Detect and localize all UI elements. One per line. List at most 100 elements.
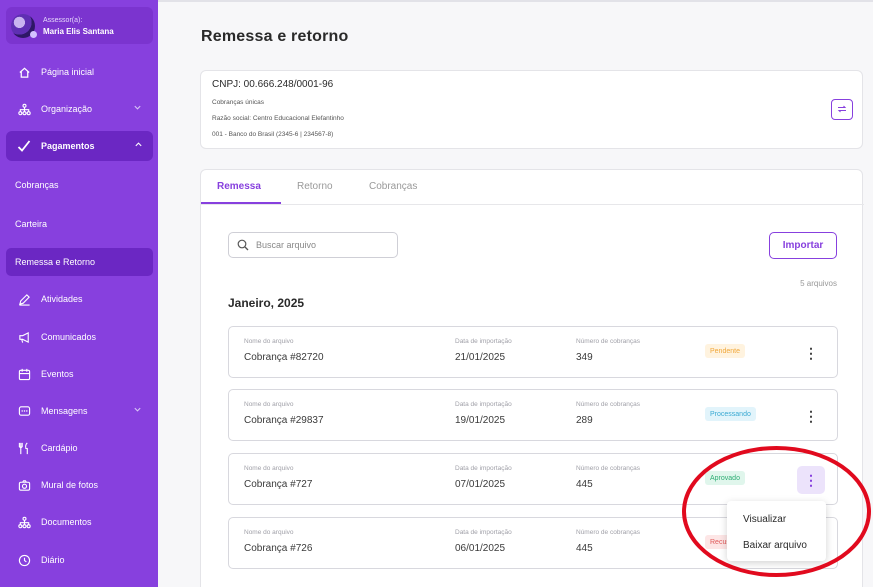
charge-count: 289 (576, 415, 593, 426)
sidebar-item-home[interactable]: Página inicial (0, 57, 158, 87)
import-date: 19/01/2025 (455, 415, 506, 426)
more-options-button[interactable]: ⋮ (797, 466, 825, 494)
kebab-icon: ⋮ (804, 344, 818, 361)
bank-text: 001 - Banco do Brasil (2345-6 | 234567-8… (212, 131, 334, 138)
tab-bar: Remessa Retorno Cobranças (201, 170, 864, 205)
sidebar-subitem-cobrancas[interactable]: Cobranças (0, 171, 158, 199)
column-label: Número de cobranças (576, 338, 640, 345)
sidebar-item-mural[interactable]: Mural de fotos (0, 470, 158, 500)
sidebar-item-mensagens[interactable]: Mensagens (0, 396, 158, 426)
sidebar-item-label: Pagamentos (41, 141, 95, 151)
check-icon (17, 139, 31, 153)
column-label: Nome do arquivo (244, 401, 294, 408)
file-name: Cobrança #82720 (244, 352, 324, 363)
sidebar-item-label: Mensagens (41, 406, 88, 416)
company-name-text: Razão social: Centro Educacional Elefant… (212, 115, 344, 122)
sidebar-item-cardapio[interactable]: Cardápio (0, 433, 158, 463)
sidebar-item-organizacao[interactable]: Organização (0, 94, 158, 124)
tab-retorno[interactable]: Retorno (297, 181, 333, 192)
status-badge: Pendente (705, 344, 745, 358)
import-date: 06/01/2025 (455, 543, 506, 554)
search-placeholder: Buscar arquivo (256, 240, 317, 250)
camera-icon (17, 478, 31, 492)
user-name: Maria Elis Santana (43, 26, 114, 36)
sidebar-item-documentos[interactable]: Documentos (0, 507, 158, 537)
column-label: Número de cobranças (576, 401, 640, 408)
status-badge: Processando (705, 407, 756, 421)
charge-count: 445 (576, 479, 593, 490)
message-icon (17, 404, 31, 418)
search-input[interactable]: Buscar arquivo (228, 232, 398, 258)
page-title: Remessa e retorno (201, 28, 349, 45)
column-label: Data de importação (455, 401, 512, 408)
sidebar-item-label: Organização (41, 104, 93, 114)
avatar (11, 13, 37, 38)
search-icon (237, 239, 249, 251)
column-label: Número de cobranças (576, 465, 640, 472)
import-button[interactable]: Importar (769, 232, 837, 259)
file-name: Cobrança #29837 (244, 415, 324, 426)
user-card[interactable]: Assessor(a): Maria Elis Santana (6, 7, 153, 44)
hierarchy-icon (17, 102, 31, 116)
charge-count: 445 (576, 543, 593, 554)
home-icon (17, 65, 31, 79)
file-count: 5 arquivos (800, 279, 837, 288)
user-role: Assessor(a): (43, 16, 83, 24)
active-tab-indicator (201, 202, 281, 204)
sidebar-item-comunicados[interactable]: Comunicados (0, 322, 158, 352)
column-label: Data de importação (455, 529, 512, 536)
clock-icon (17, 553, 31, 567)
tab-cobrancas[interactable]: Cobranças (369, 181, 417, 192)
hierarchy-icon (17, 515, 31, 529)
top-divider (158, 0, 873, 2)
sidebar-item-label: Documentos (41, 517, 92, 527)
sidebar-item-label: Cardápio (41, 443, 78, 453)
file-row[interactable]: Nome do arquivo Cobrança #727 Data de imp… (228, 453, 838, 505)
column-label: Nome do arquivo (244, 465, 294, 472)
chevron-up-icon (134, 140, 143, 151)
file-row[interactable]: Nome do arquivo Cobrança #29837 Data de i… (228, 389, 838, 441)
column-label: Data de importação (455, 465, 512, 472)
file-name: Cobrança #726 (244, 543, 313, 554)
file-row[interactable]: Nome do arquivo Cobrança #82720 Data de i… (228, 326, 838, 378)
column-label: Nome do arquivo (244, 338, 294, 345)
chevron-down-icon (133, 405, 142, 416)
sidebar-item-pagamentos[interactable]: Pagamentos (6, 131, 153, 161)
sidebar-subitem-remessa-retorno[interactable]: Remessa e Retorno (6, 248, 153, 276)
sidebar-item-label: Comunicados (41, 332, 97, 342)
company-info-card: CNPJ: 00.666.248/0001-96 Cobranças única… (200, 70, 863, 149)
sidebar: Assessor(a): Maria Elis Santana Página i… (0, 0, 158, 587)
swap-icon (837, 104, 847, 116)
tab-remessa[interactable]: Remessa (217, 181, 261, 192)
column-label: Data de importação (455, 338, 512, 345)
cnpj-text: CNPJ: 00.666.248/0001-96 (212, 79, 334, 90)
sidebar-item-label: Eventos (41, 369, 74, 379)
charge-type-text: Cobranças únicas (212, 99, 265, 106)
sidebar-item-label: Diário (41, 555, 65, 565)
more-options-button[interactable]: ⋮ (797, 339, 825, 367)
cutlery-icon (17, 441, 31, 455)
charge-count: 349 (576, 352, 593, 363)
menu-item-visualizar[interactable]: Visualizar (743, 514, 786, 525)
row-actions-menu: Visualizar Baixar arquivo (727, 501, 826, 561)
kebab-icon: ⋮ (804, 407, 818, 424)
file-name: Cobrança #727 (244, 479, 313, 490)
column-label: Nome do arquivo (244, 529, 294, 536)
sidebar-item-atividades[interactable]: Atividades (0, 284, 158, 314)
megaphone-icon (17, 330, 31, 344)
switch-account-button[interactable] (831, 99, 853, 120)
import-date: 21/01/2025 (455, 352, 506, 363)
import-date: 07/01/2025 (455, 479, 506, 490)
more-options-button[interactable]: ⋮ (797, 402, 825, 430)
sidebar-item-diario[interactable]: Diário (0, 545, 158, 575)
status-badge: Aprovado (705, 471, 745, 485)
chevron-down-icon (133, 103, 142, 114)
sidebar-item-label: Mural de fotos (41, 480, 99, 490)
sidebar-item-label: Página inicial (41, 67, 95, 77)
sidebar-item-eventos[interactable]: Eventos (0, 359, 158, 389)
month-heading: Janeiro, 2025 (228, 296, 305, 310)
pencil-icon (17, 292, 31, 306)
kebab-icon: ⋮ (804, 471, 818, 488)
sidebar-subitem-carteira[interactable]: Carteira (0, 210, 158, 238)
menu-item-baixar-arquivo[interactable]: Baixar arquivo (743, 540, 807, 551)
